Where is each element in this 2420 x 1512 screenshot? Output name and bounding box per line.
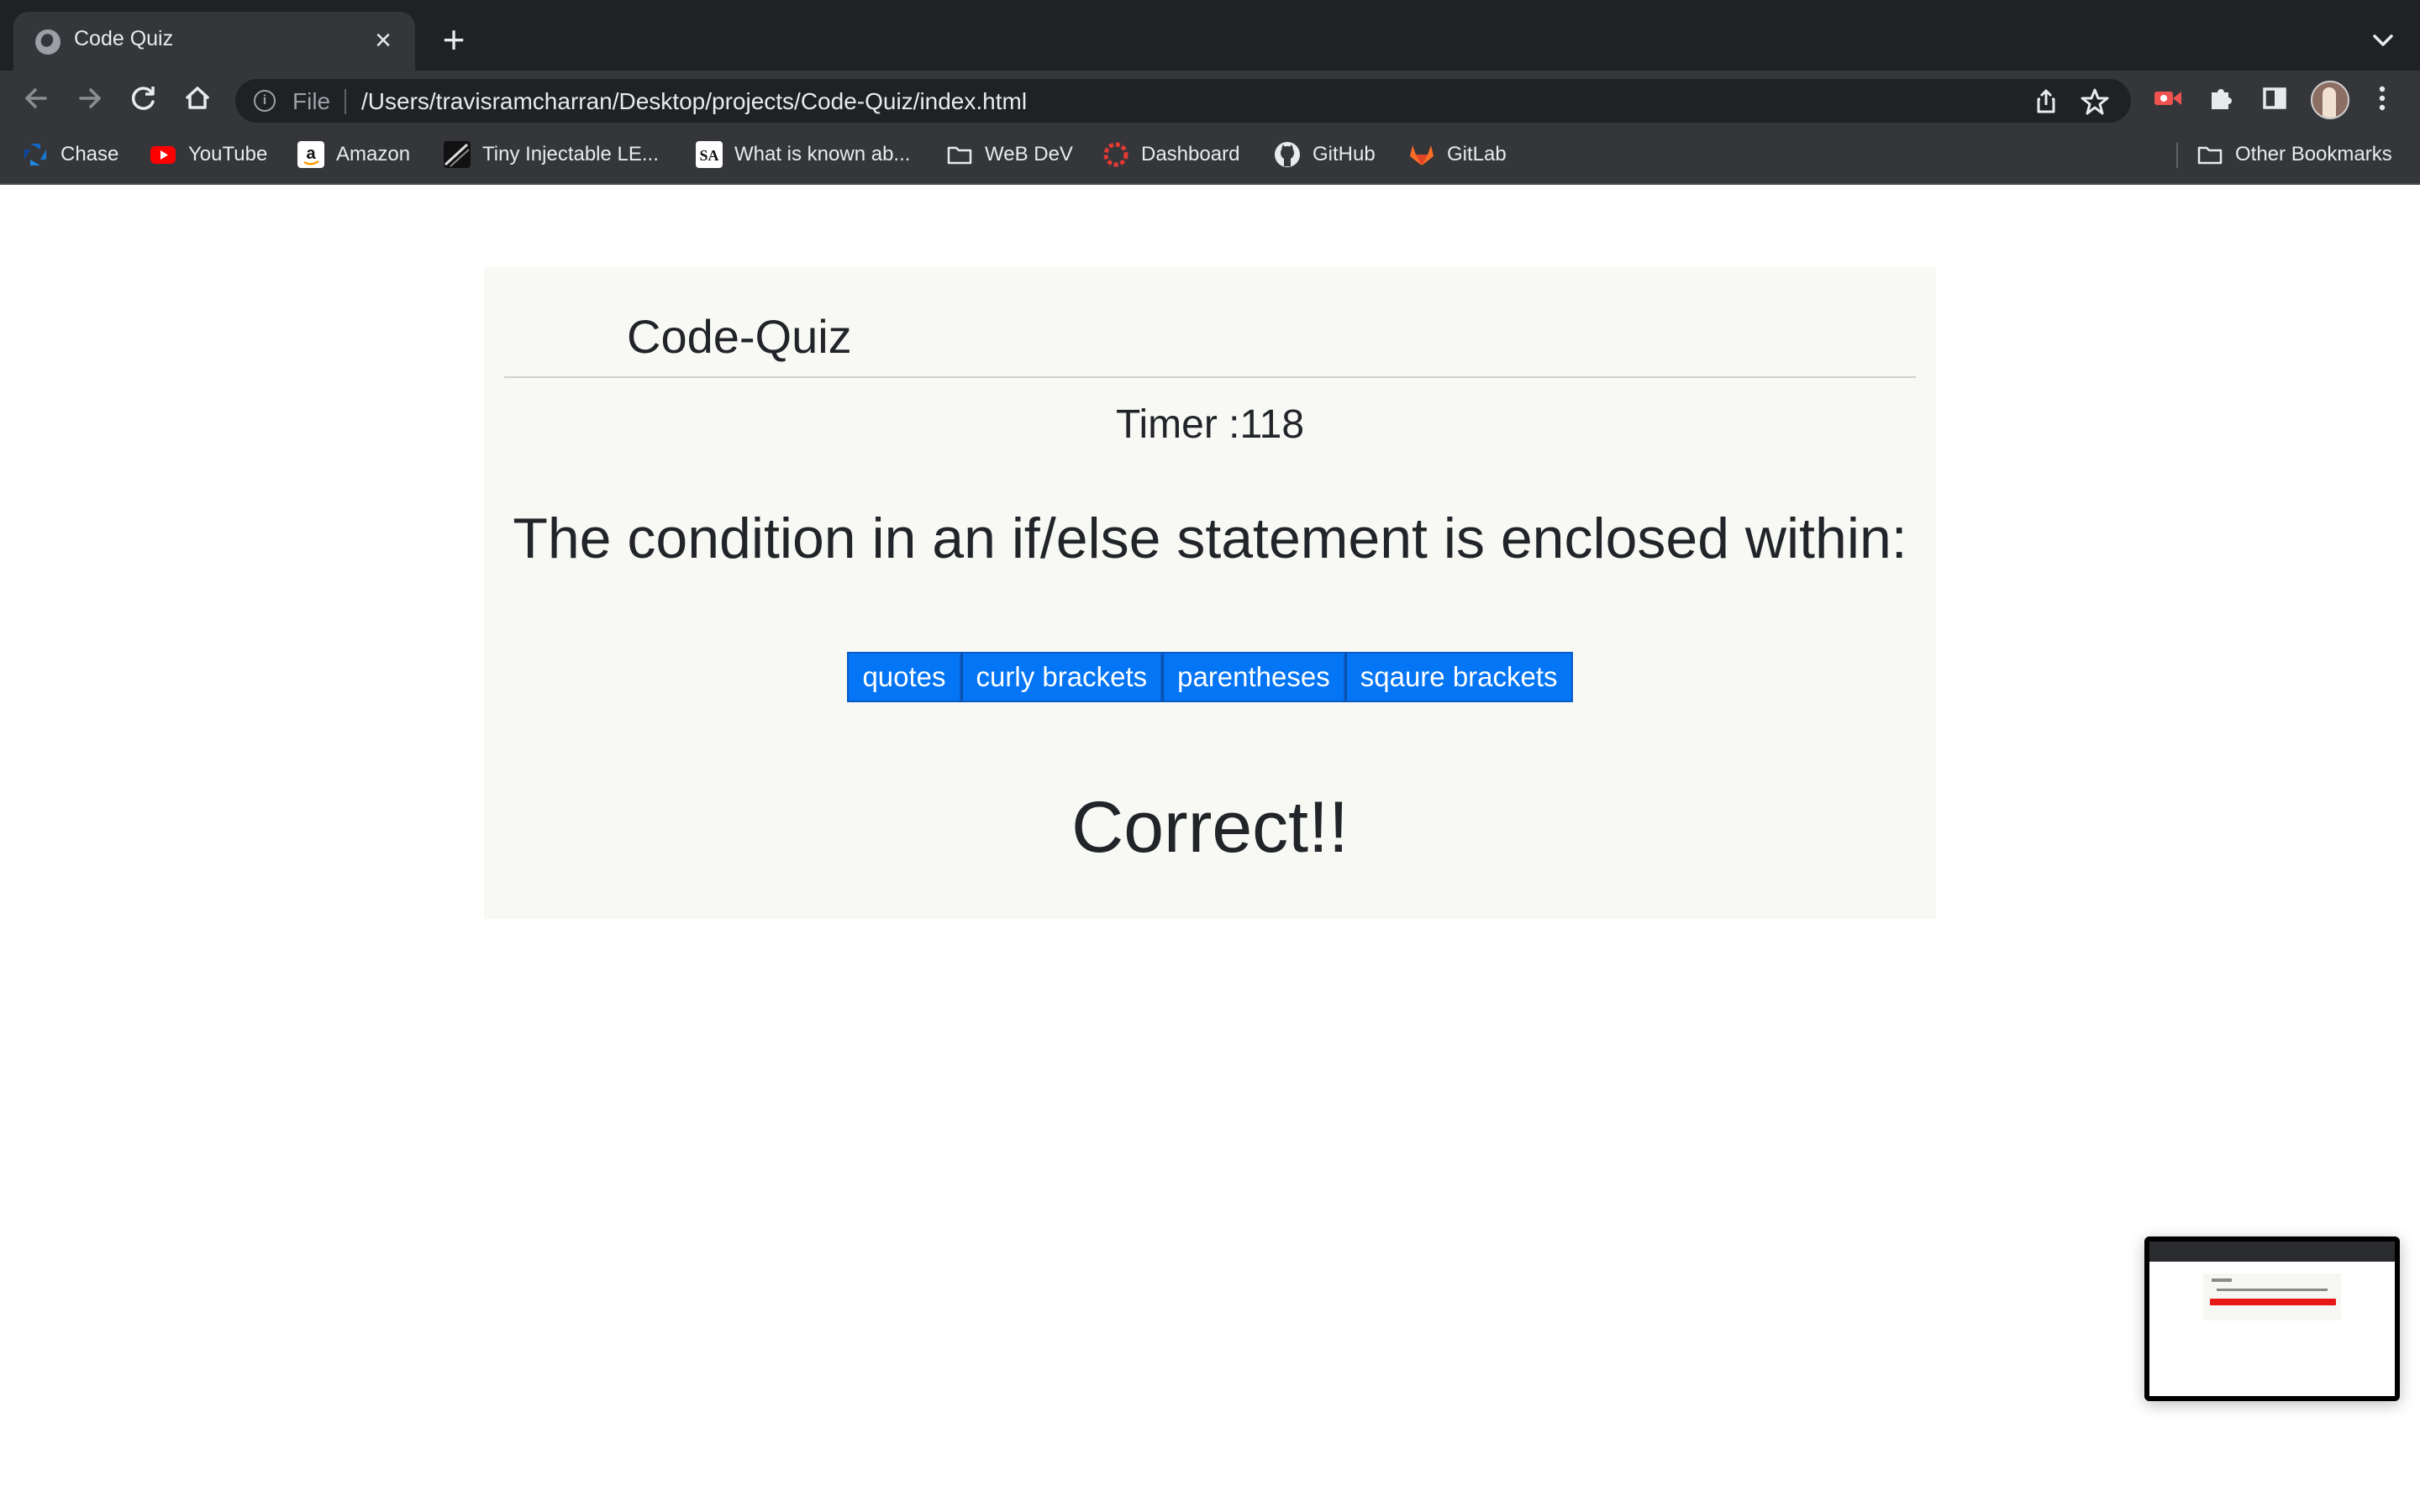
bookmark-chase[interactable]: Chase: [22, 139, 118, 170]
browser-tab-active[interactable]: Code Quiz ×: [13, 12, 415, 71]
share-icon[interactable]: [2028, 84, 2064, 119]
globe-icon: [35, 29, 60, 55]
github-icon: [1275, 142, 1300, 167]
bookmarks-bar: Chase YouTube a Amazon Tiny Injectable L…: [0, 126, 2420, 185]
close-tab-icon[interactable]: ×: [366, 24, 400, 57]
bookmark-folder-web-dev[interactable]: WeB DeV: [946, 139, 1073, 170]
bookmark-label: Other Bookmarks: [2235, 143, 2392, 165]
bookmark-label: Tiny Injectable LE...: [482, 143, 659, 165]
screen-recorder-extension-icon[interactable]: [2148, 79, 2186, 118]
bookmark-dashboard[interactable]: Dashboard: [1102, 139, 1239, 170]
svg-text:SA: SA: [699, 147, 718, 164]
tab-strip: Code Quiz × +: [0, 0, 2420, 71]
answer-button-quotes[interactable]: quotes: [847, 652, 961, 702]
youtube-icon: [150, 146, 176, 164]
other-bookmarks-folder[interactable]: Other Bookmarks: [2196, 139, 2392, 170]
site-icon: [444, 141, 471, 168]
svg-text:a: a: [306, 144, 316, 163]
bookmark-amazon[interactable]: a Amazon: [297, 139, 410, 170]
bookmark-label: Amazon: [336, 143, 411, 165]
forward-icon[interactable]: [71, 79, 109, 118]
answer-button-curly-brackets[interactable]: curly brackets: [960, 652, 1163, 702]
folder-icon: [947, 146, 972, 165]
extensions-puzzle-icon[interactable]: [2202, 79, 2240, 118]
answer-button-parentheses[interactable]: parentheses: [1162, 652, 1345, 702]
sa-icon: SA: [696, 141, 723, 168]
bookmark-gitlab[interactable]: GitLab: [1408, 139, 1507, 170]
bookmark-star-icon[interactable]: [2077, 84, 2112, 119]
gitlab-icon: [1410, 145, 1434, 165]
answer-button-group: quotes curly brackets parentheses sqaure…: [484, 652, 1936, 702]
reload-icon[interactable]: [124, 79, 163, 118]
bookmark-label: Dashboard: [1141, 143, 1240, 165]
screenshot-preview-thumbnail[interactable]: [2144, 1236, 2400, 1401]
tab-title: Code Quiz: [74, 27, 174, 50]
page-title: Code-Quiz: [627, 310, 852, 363]
tab-search-chevron-icon[interactable]: [2368, 25, 2398, 55]
bookmark-label: WeB DeV: [985, 143, 1073, 165]
site-info-icon[interactable]: i: [254, 90, 276, 112]
url-scheme-label: File: [292, 88, 331, 114]
answer-button-square-brackets[interactable]: sqaure brackets: [1344, 652, 1573, 702]
bookmark-youtube[interactable]: YouTube: [150, 139, 267, 170]
browser-toolbar: i File /Users/travisramcharran/Desktop/p…: [0, 71, 2420, 126]
bookmark-tiny-injectable[interactable]: Tiny Injectable LE...: [444, 139, 659, 170]
folder-icon: [2197, 146, 2223, 165]
bookmark-label: GitHub: [1313, 143, 1376, 165]
address-bar[interactable]: i File /Users/travisramcharran/Desktop/p…: [235, 79, 2131, 123]
url-text[interactable]: /Users/travisramcharran/Desktop/projects…: [361, 88, 1027, 115]
bookmark-label: GitLab: [1447, 143, 1507, 165]
bookmark-label: Chase: [60, 143, 119, 165]
bookmark-label: What is known ab...: [734, 143, 911, 165]
dashboard-icon: [1103, 142, 1128, 167]
divider: [345, 89, 346, 114]
answer-feedback: Correct!!: [1071, 787, 1349, 868]
bookmark-what-is-known[interactable]: SA What is known ab...: [696, 139, 910, 170]
timer-display: Timer :118: [1115, 402, 1305, 447]
chase-icon: [24, 144, 46, 165]
bookmark-github[interactable]: GitHub: [1274, 139, 1376, 170]
home-icon[interactable]: [178, 79, 217, 118]
kebab-menu-icon[interactable]: [2363, 79, 2402, 118]
question-text: The condition in an if/else statement is…: [513, 507, 1907, 570]
thumbnail-image: [2149, 1242, 2395, 1396]
quiz-card: Code-Quiz Timer :118 The condition in an…: [484, 267, 1936, 919]
amazon-icon: a: [297, 141, 324, 168]
new-tab-button[interactable]: +: [434, 20, 474, 60]
back-icon[interactable]: [17, 79, 55, 118]
profile-avatar[interactable]: [2311, 81, 2349, 119]
side-panel-icon[interactable]: [2255, 79, 2294, 118]
divider: [2176, 143, 2178, 168]
bookmark-label: YouTube: [188, 143, 268, 165]
divider: [504, 376, 1916, 378]
